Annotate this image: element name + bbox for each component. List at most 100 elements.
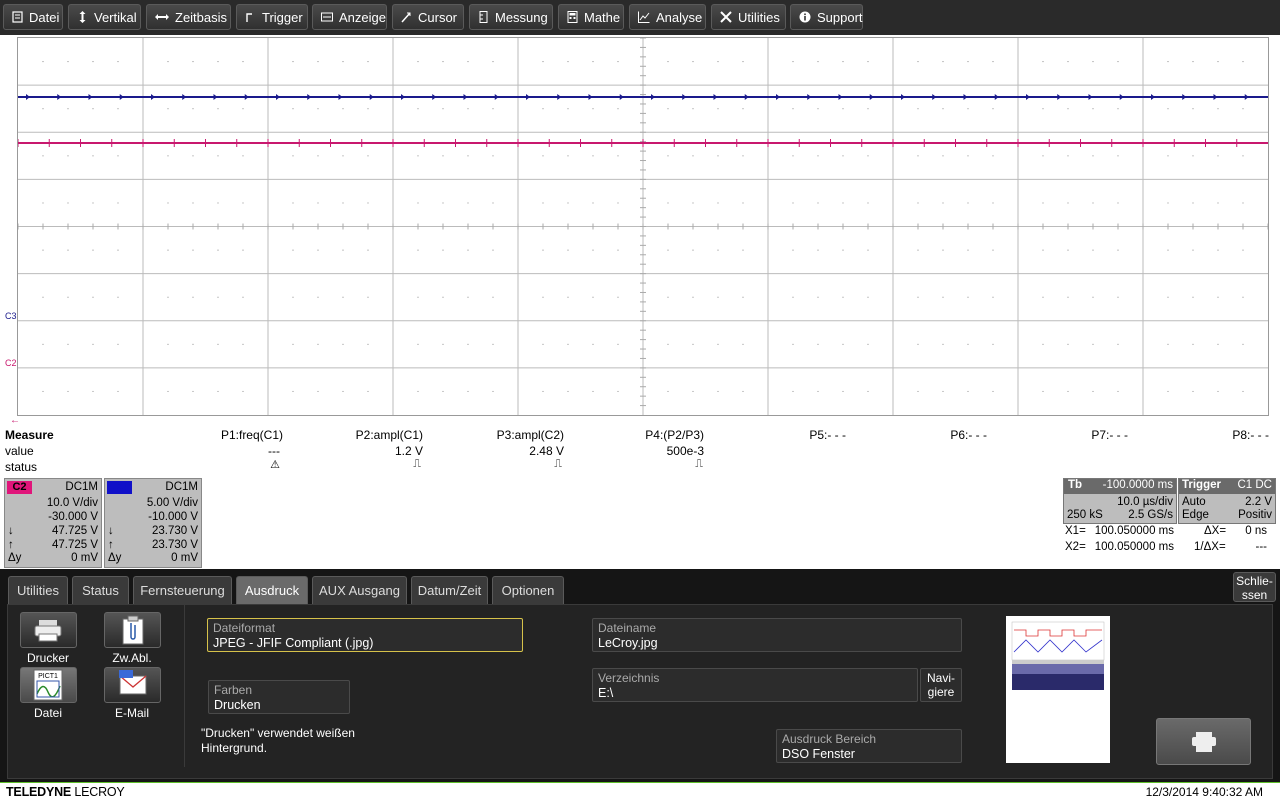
tab-aux-ausgang[interactable]: AUX Ausgang <box>312 576 407 604</box>
print-button[interactable] <box>1156 718 1251 765</box>
channel-c3-descriptor[interactable]: C3 DC1M 5.00 V/div -10.000 V ↓ 23.730 V … <box>104 478 202 568</box>
grid-dot <box>992 202 994 204</box>
trace-c2-marker[interactable]: C2 <box>5 358 17 368</box>
trace-c3-marker-glyph <box>338 94 343 100</box>
grid-dot <box>242 202 244 204</box>
grid-dot <box>742 390 744 393</box>
channel-down-value: 23.730 V <box>151 525 198 537</box>
grid-dot <box>217 343 219 345</box>
verzeichnis-field[interactable]: Verzeichnis E:\ <box>592 668 918 702</box>
tab-ausdruck[interactable]: Ausdruck <box>236 576 308 604</box>
trace-c3-marker-glyph <box>557 94 562 100</box>
grid-dot <box>1217 60 1219 63</box>
grid-dot <box>492 390 494 393</box>
grid-dot <box>292 249 294 251</box>
trace-c3-marker-glyph <box>932 94 937 100</box>
down-arrow-icon: ↓ <box>108 525 114 537</box>
email-button[interactable] <box>104 667 161 703</box>
close-dialog-button[interactable]: Schlie- ssen <box>1233 572 1276 602</box>
grid-dot <box>342 249 344 251</box>
menu-mathe-button[interactable]: Mathe <box>558 4 624 30</box>
channel-down-value: 47.725 V <box>51 525 98 537</box>
measure-header: Measure <box>5 428 54 442</box>
navigiere-line1: Navi- <box>926 671 955 685</box>
waveform-grid[interactable] <box>17 37 1269 416</box>
ausdruck-bereich-field[interactable]: Ausdruck Bereich DSO Fenster <box>776 729 962 763</box>
zwabl-button[interactable] <box>104 612 161 648</box>
grid-dot <box>1242 60 1244 63</box>
menu-zeitbasis-button[interactable]: Zeitbasis <box>146 4 231 30</box>
grid-dot <box>967 60 969 63</box>
trace-c3-marker-glyph <box>619 94 624 100</box>
trigger-label: Trigger <box>1182 479 1221 491</box>
grid-dot <box>667 60 669 63</box>
grid-dot <box>117 390 119 393</box>
grid-dot <box>67 108 69 110</box>
grid-dot <box>292 60 294 63</box>
dateiformat-value: JPEG - JFIF Compliant (.jpg) <box>213 636 374 650</box>
menu-anzeige-button[interactable]: Anzeige <box>312 4 387 30</box>
navigiere-button[interactable]: Navi- giere <box>920 668 962 702</box>
grid-dot <box>242 108 244 110</box>
menu-cursor-button[interactable]: Cursor <box>392 4 464 30</box>
dateiname-field[interactable]: Dateiname LeCroy.jpg <box>592 618 962 652</box>
drucker-button[interactable] <box>20 612 77 648</box>
menu-utilities-button[interactable]: Utilities <box>711 4 786 30</box>
menu-support-button[interactable]: Support <box>790 4 863 30</box>
menu-trigger-button[interactable]: Trigger <box>236 4 308 30</box>
trace-c3-marker-glyph <box>869 94 874 100</box>
grid-dot <box>817 60 819 63</box>
menu-vertikal-button[interactable]: Vertikal <box>68 4 141 30</box>
trace-c3-marker-glyph <box>1119 94 1124 100</box>
grid-dot <box>67 155 69 157</box>
grid-dot <box>867 60 869 63</box>
grid-dot <box>342 343 344 345</box>
grid-dot <box>417 249 419 251</box>
grid-dot <box>917 390 919 393</box>
channel-offset: -10.000 V <box>148 511 198 523</box>
trace-c3-marker-glyph <box>1088 94 1093 100</box>
menu-label: Support <box>817 9 863 25</box>
trace-c3-marker-glyph <box>401 94 405 100</box>
tab-utilities[interactable]: Utilities <box>8 576 68 604</box>
grid-dot <box>317 202 319 204</box>
menu-datei-button[interactable]: Datei <box>3 4 63 30</box>
menu-messung-button[interactable]: Messung <box>469 4 553 30</box>
tab-optionen[interactable]: Optionen <box>492 576 564 604</box>
bereich-caption: Ausdruck Bereich <box>782 732 877 746</box>
grid-dot <box>317 60 319 63</box>
menu-analyse-button[interactable]: Analyse <box>629 4 706 30</box>
grid-dot <box>492 343 494 345</box>
channel-c2-descriptor[interactable]: C2 DC1M 10.0 V/div -30.000 V ↓ 47.725 V … <box>4 478 102 568</box>
datei-button[interactable]: PICT1 <box>20 667 77 703</box>
tab-datum-zeit[interactable]: Datum/Zeit <box>411 576 488 604</box>
grid-dot <box>417 296 419 298</box>
grid-dot <box>742 249 744 251</box>
email-icon <box>119 670 147 695</box>
farben-field[interactable]: Farben Drucken <box>208 680 350 714</box>
trace-c3-marker-glyph <box>26 94 30 100</box>
grid-dot <box>342 296 344 298</box>
trace-c3-marker[interactable]: C3 <box>5 311 17 321</box>
grid-dot <box>942 296 944 298</box>
preview-thumbnail <box>1011 621 1105 690</box>
tab-fernsteuerung[interactable]: Fernsteuerung <box>133 576 232 604</box>
grid-dot <box>92 60 94 63</box>
param-name-p8: P8:- - - <box>1232 428 1269 442</box>
grid-dot <box>817 343 819 345</box>
trigger-descriptor[interactable]: Trigger C1 DC Auto 2.2 V Edge Positiv <box>1178 478 1276 524</box>
grid-dot <box>117 249 119 251</box>
datei-label: Datei <box>33 706 62 720</box>
dateiformat-field[interactable]: Dateiformat JPEG - JFIF Compliant (.jpg) <box>207 618 523 652</box>
tab-status[interactable]: Status <box>72 576 129 604</box>
grid-dot <box>742 60 744 63</box>
trace-c3-marker-glyph <box>1026 94 1030 100</box>
timebase-descriptor[interactable]: Tb -100.0000 ms 10.0 µs/div 250 kS 2.5 G… <box>1063 478 1177 524</box>
grid-dot <box>992 108 994 110</box>
farben-value: Drucken <box>214 698 261 712</box>
trace-c3-marker-glyph <box>588 94 593 100</box>
measure-table[interactable]: Measure value status P1:freq(C1) --- ⚠ P… <box>0 424 1280 476</box>
grid-dot <box>342 60 344 63</box>
grid-dot <box>1217 155 1219 157</box>
trace-c3-marker-glyph <box>682 94 687 100</box>
